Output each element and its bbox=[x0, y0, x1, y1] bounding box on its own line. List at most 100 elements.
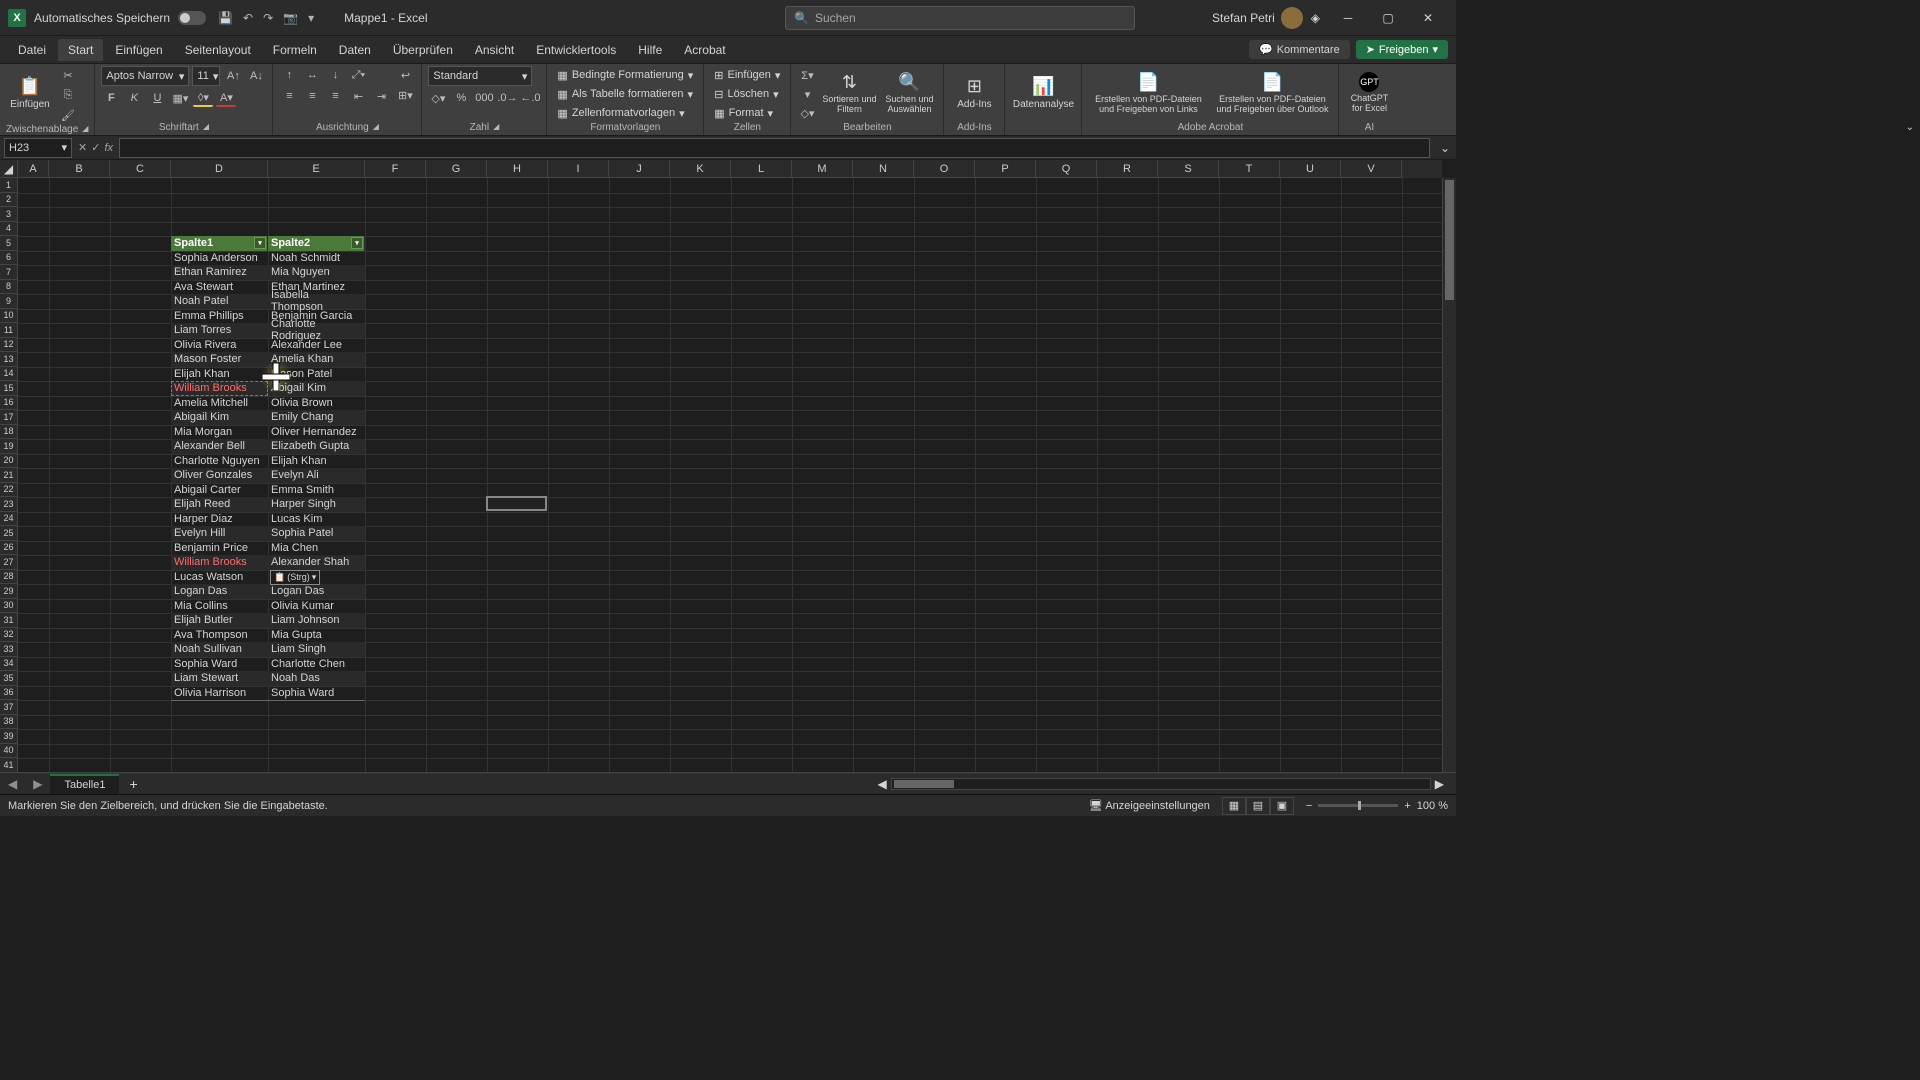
column-header[interactable]: J bbox=[609, 160, 670, 178]
name-box[interactable]: H23▾ bbox=[4, 138, 72, 158]
column-header[interactable]: S bbox=[1158, 160, 1219, 178]
row-header[interactable]: 1 bbox=[0, 178, 18, 193]
display-settings-button[interactable]: 🖥 Anzeigeeinstellungen bbox=[1089, 799, 1210, 812]
row-header[interactable]: 34 bbox=[0, 657, 18, 672]
menu-tab-entwicklertools[interactable]: Entwicklertools bbox=[526, 39, 626, 61]
row-header[interactable]: 21 bbox=[0, 468, 18, 483]
hscroll-right-icon[interactable]: ▶ bbox=[1431, 777, 1448, 791]
cells-format-button[interactable]: ▦ Format ▾ bbox=[710, 104, 784, 122]
row-header[interactable]: 4 bbox=[0, 222, 18, 237]
table-cell[interactable]: Noah Patel bbox=[171, 294, 268, 309]
table-cell[interactable]: William Brooks bbox=[171, 381, 268, 396]
table-cell[interactable]: Noah Schmidt bbox=[268, 251, 365, 266]
wrap-text-icon[interactable]: ↩ bbox=[395, 66, 415, 84]
table-cell[interactable]: Mia Gupta bbox=[268, 628, 365, 643]
underline-icon[interactable]: U bbox=[147, 89, 167, 107]
table-cell[interactable]: Harper Diaz bbox=[171, 512, 268, 527]
menu-tab-hilfe[interactable]: Hilfe bbox=[628, 39, 672, 61]
zoom-in-icon[interactable]: + bbox=[1404, 800, 1410, 812]
cut-icon[interactable]: ✂ bbox=[58, 66, 78, 84]
row-header[interactable]: 37 bbox=[0, 700, 18, 715]
table-cell[interactable]: Sophia Patel bbox=[268, 526, 365, 541]
font-color-icon[interactable]: A▾ bbox=[216, 89, 236, 107]
vertical-scrollbar[interactable] bbox=[1442, 178, 1456, 772]
horizontal-scrollbar[interactable] bbox=[891, 778, 1431, 790]
column-header[interactable]: F bbox=[365, 160, 426, 178]
table-cell[interactable]: Sophia Ward bbox=[171, 657, 268, 672]
row-header[interactable]: 32 bbox=[0, 628, 18, 643]
table-cell[interactable]: Sophia Anderson bbox=[171, 251, 268, 266]
fill-color-icon[interactable]: ◊▾ bbox=[193, 89, 213, 107]
decrease-decimal-icon[interactable]: ←.0 bbox=[520, 89, 540, 107]
save-icon[interactable]: 💾 bbox=[218, 11, 233, 25]
copy-icon[interactable]: ⎘ bbox=[58, 86, 78, 104]
decrease-font-icon[interactable]: A↓ bbox=[246, 67, 266, 85]
menu-tab-ansicht[interactable]: Ansicht bbox=[465, 39, 524, 61]
column-header[interactable]: D bbox=[171, 160, 268, 178]
comments-button[interactable]: 💬 Kommentare bbox=[1249, 40, 1350, 59]
table-cell[interactable]: Lucas Kim bbox=[268, 512, 365, 527]
user-account[interactable]: Stefan Petri bbox=[1212, 7, 1303, 29]
row-header[interactable]: 40 bbox=[0, 744, 18, 759]
dialog-launcher-icon[interactable]: ◢ bbox=[373, 122, 379, 133]
format-painter-icon[interactable]: 🖌 bbox=[58, 106, 78, 124]
zoom-level[interactable]: 100 % bbox=[1417, 800, 1448, 812]
menu-tab-daten[interactable]: Daten bbox=[329, 39, 381, 61]
sort-filter-button[interactable]: ⇅Sortieren und Filtern bbox=[821, 66, 877, 120]
table-cell[interactable]: Harper Singh bbox=[268, 497, 365, 512]
table-cell[interactable]: Mia Morgan bbox=[171, 425, 268, 440]
currency-icon[interactable]: ◇▾ bbox=[428, 89, 448, 107]
table-cell[interactable]: Isabella Thompson bbox=[268, 294, 365, 309]
row-header[interactable]: 3 bbox=[0, 207, 18, 222]
table-cell[interactable]: Liam Stewart bbox=[171, 671, 268, 686]
increase-indent-icon[interactable]: ⇥ bbox=[371, 87, 391, 105]
confirm-formula-icon[interactable]: ✓ bbox=[91, 141, 100, 154]
font-size-select[interactable]: 11▾ bbox=[192, 66, 220, 86]
menu-tab-überprüfen[interactable]: Überprüfen bbox=[383, 39, 463, 61]
cancel-formula-icon[interactable]: ✕ bbox=[78, 141, 87, 154]
align-top-icon[interactable]: ↑ bbox=[279, 66, 299, 84]
table-cell[interactable]: Ethan Ramirez bbox=[171, 265, 268, 280]
column-header[interactable]: U bbox=[1280, 160, 1341, 178]
column-header[interactable]: G bbox=[426, 160, 487, 178]
table-cell[interactable]: Benjamin Price bbox=[171, 541, 268, 556]
undo-icon[interactable]: ↶ bbox=[243, 11, 253, 25]
menu-tab-formeln[interactable]: Formeln bbox=[263, 39, 327, 61]
search-box[interactable]: 🔍 Suchen bbox=[785, 6, 1135, 30]
row-header[interactable]: 18 bbox=[0, 425, 18, 440]
collapse-ribbon-icon[interactable]: ⌄ bbox=[1906, 122, 1914, 133]
menu-tab-datei[interactable]: Datei bbox=[8, 39, 56, 61]
cells-insert-button[interactable]: ⊞ Einfügen ▾ bbox=[710, 66, 784, 84]
fill-icon[interactable]: ▾ bbox=[797, 85, 817, 103]
column-header[interactable]: R bbox=[1097, 160, 1158, 178]
diamond-icon[interactable]: ◈ bbox=[1311, 11, 1320, 25]
menu-tab-start[interactable]: Start bbox=[58, 39, 103, 61]
row-header[interactable]: 29 bbox=[0, 584, 18, 599]
align-center-icon[interactable]: ≡ bbox=[302, 87, 322, 105]
row-header[interactable]: 8 bbox=[0, 280, 18, 295]
column-headers[interactable]: ABCDEFGHIJKLMNOPQRSTUV bbox=[18, 160, 1442, 178]
table-cell[interactable]: Ava Thompson bbox=[171, 628, 268, 643]
cell-styles-button[interactable]: ▦ Zellenformatvorlagen ▾ bbox=[553, 104, 697, 122]
table-cell[interactable]: Abigail Kim bbox=[171, 410, 268, 425]
table-cell[interactable]: Logan Das bbox=[171, 584, 268, 599]
column-header[interactable]: E bbox=[268, 160, 365, 178]
dialog-launcher-icon[interactable]: ◢ bbox=[493, 122, 499, 133]
table-cell[interactable]: Evelyn Ali bbox=[268, 468, 365, 483]
table-cell[interactable]: Elizabeth Gupta bbox=[268, 439, 365, 454]
table-header[interactable]: Spalte2▾ bbox=[268, 236, 365, 251]
data-analysis-button[interactable]: 📊Datenanalyse bbox=[1011, 66, 1075, 120]
conditional-formatting-button[interactable]: ▦ Bedingte Formatierung ▾ bbox=[553, 66, 697, 84]
increase-decimal-icon[interactable]: .0→ bbox=[497, 89, 517, 107]
menu-tab-seitenlayout[interactable]: Seitenlayout bbox=[175, 39, 261, 61]
increase-font-icon[interactable]: A↑ bbox=[223, 67, 243, 85]
pdf-outlook-button[interactable]: 📄Erstellen von PDF-Dateien und Freigeben… bbox=[1212, 66, 1332, 120]
align-right-icon[interactable]: ≡ bbox=[325, 87, 345, 105]
row-header[interactable]: 41 bbox=[0, 758, 18, 773]
filter-icon[interactable]: ▾ bbox=[254, 237, 266, 249]
table-cell[interactable]: Charlotte Rodriguez bbox=[268, 323, 365, 338]
row-header[interactable]: 16 bbox=[0, 396, 18, 411]
column-header[interactable]: V bbox=[1341, 160, 1402, 178]
minimize-button[interactable]: ─ bbox=[1328, 0, 1368, 36]
table-cell[interactable]: Charlotte Chen bbox=[268, 657, 365, 672]
